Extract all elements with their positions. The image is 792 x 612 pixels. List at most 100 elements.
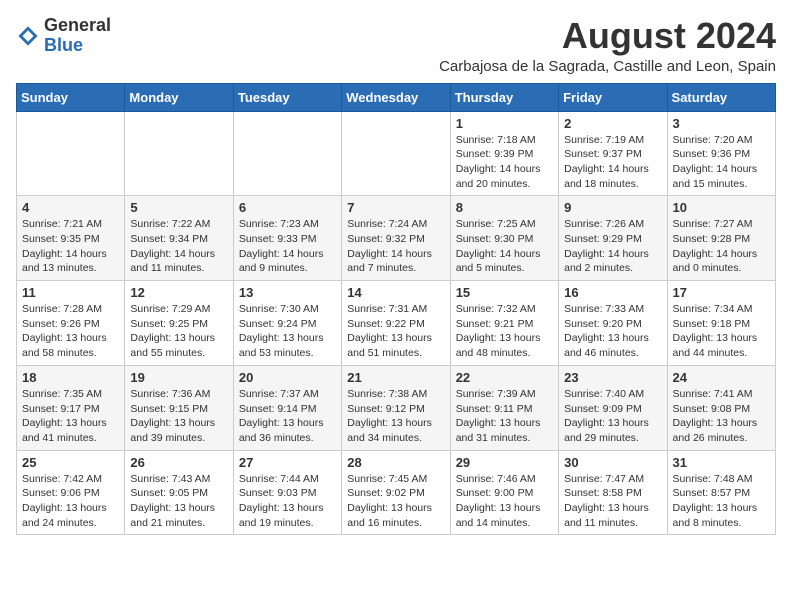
day-number: 21 xyxy=(347,370,444,385)
day-info: Sunrise: 7:26 AM Sunset: 9:29 PM Dayligh… xyxy=(564,217,661,276)
day-number: 17 xyxy=(673,285,770,300)
calendar-day-cell: 29 Sunrise: 7:46 AM Sunset: 9:00 PM Dayli… xyxy=(450,450,558,535)
day-number: 1 xyxy=(456,116,553,131)
day-number: 15 xyxy=(456,285,553,300)
calendar-day-cell xyxy=(342,111,450,196)
day-info: Sunrise: 7:28 AM Sunset: 9:26 PM Dayligh… xyxy=(22,302,119,361)
day-number: 3 xyxy=(673,116,770,131)
calendar-day-cell: 27 Sunrise: 7:44 AM Sunset: 9:03 PM Dayli… xyxy=(233,450,341,535)
day-info: Sunrise: 7:32 AM Sunset: 9:21 PM Dayligh… xyxy=(456,302,553,361)
calendar-day-cell: 28 Sunrise: 7:45 AM Sunset: 9:02 PM Dayli… xyxy=(342,450,450,535)
calendar-day-cell: 11Sunrise: 7:28 AM Sunset: 9:26 PM Dayli… xyxy=(17,281,125,366)
day-info: Sunrise: 7:38 AM Sunset: 9:12 PM Dayligh… xyxy=(347,387,444,446)
day-info: Sunrise: 7:41 AM Sunset: 9:08 PM Dayligh… xyxy=(673,387,770,446)
location-subtitle: Carbajosa de la Sagrada, Castille and Le… xyxy=(439,58,776,75)
calendar-day-cell xyxy=(233,111,341,196)
calendar-day-cell: 23Sunrise: 7:40 AM Sunset: 9:09 PM Dayli… xyxy=(559,365,667,450)
calendar-day-cell: 31Sunrise: 7:48 AM Sunset: 8:57 PM Dayli… xyxy=(667,450,775,535)
calendar-week-row: 18 Sunrise: 7:35 AM Sunset: 9:17 PM Dayli… xyxy=(17,365,776,450)
page-header: General Blue August 2024 Carbajosa de la… xyxy=(16,16,776,75)
day-info: Sunrise: 7:44 AM Sunset: 9:03 PM Dayligh… xyxy=(239,472,336,531)
calendar-header: SundayMondayTuesdayWednesdayThursdayFrid… xyxy=(17,83,776,111)
calendar-day-cell: 21 Sunrise: 7:38 AM Sunset: 9:12 PM Dayli… xyxy=(342,365,450,450)
day-number: 9 xyxy=(564,200,661,215)
day-number: 10 xyxy=(673,200,770,215)
day-info: Sunrise: 7:45 AM Sunset: 9:02 PM Dayligh… xyxy=(347,472,444,531)
day-number: 24 xyxy=(673,370,770,385)
calendar-day-cell: 24 Sunrise: 7:41 AM Sunset: 9:08 PM Dayli… xyxy=(667,365,775,450)
calendar-day-cell: 18 Sunrise: 7:35 AM Sunset: 9:17 PM Dayli… xyxy=(17,365,125,450)
day-of-week-header: Wednesday xyxy=(342,83,450,111)
day-info: Sunrise: 7:20 AM Sunset: 9:36 PM Dayligh… xyxy=(673,133,770,192)
day-of-week-header: Sunday xyxy=(17,83,125,111)
logo-blue: Blue xyxy=(44,36,111,56)
calendar-day-cell: 26Sunrise: 7:43 AM Sunset: 9:05 PM Dayli… xyxy=(125,450,233,535)
calendar-day-cell: 12Sunrise: 7:29 AM Sunset: 9:25 PM Dayli… xyxy=(125,281,233,366)
calendar-day-cell: 15 Sunrise: 7:32 AM Sunset: 9:21 PM Dayli… xyxy=(450,281,558,366)
calendar-day-cell: 20 Sunrise: 7:37 AM Sunset: 9:14 PM Dayli… xyxy=(233,365,341,450)
calendar-body: 1 Sunrise: 7:18 AM Sunset: 9:39 PM Daylig… xyxy=(17,111,776,535)
day-number: 22 xyxy=(456,370,553,385)
day-number: 26 xyxy=(130,455,227,470)
day-number: 8 xyxy=(456,200,553,215)
logo-text: General Blue xyxy=(44,16,111,56)
day-number: 28 xyxy=(347,455,444,470)
day-info: Sunrise: 7:29 AM Sunset: 9:25 PM Dayligh… xyxy=(130,302,227,361)
title-block: August 2024 Carbajosa de la Sagrada, Cas… xyxy=(439,16,776,75)
day-of-week-header: Friday xyxy=(559,83,667,111)
day-number: 2 xyxy=(564,116,661,131)
day-number: 25 xyxy=(22,455,119,470)
calendar-day-cell: 3 Sunrise: 7:20 AM Sunset: 9:36 PM Daylig… xyxy=(667,111,775,196)
calendar-day-cell: 25 Sunrise: 7:42 AM Sunset: 9:06 PM Dayli… xyxy=(17,450,125,535)
day-of-week-header: Monday xyxy=(125,83,233,111)
calendar-week-row: 11Sunrise: 7:28 AM Sunset: 9:26 PM Dayli… xyxy=(17,281,776,366)
day-info: Sunrise: 7:23 AM Sunset: 9:33 PM Dayligh… xyxy=(239,217,336,276)
day-info: Sunrise: 7:46 AM Sunset: 9:00 PM Dayligh… xyxy=(456,472,553,531)
day-number: 29 xyxy=(456,455,553,470)
logo-general: General xyxy=(44,16,111,36)
day-number: 20 xyxy=(239,370,336,385)
day-info: Sunrise: 7:19 AM Sunset: 9:37 PM Dayligh… xyxy=(564,133,661,192)
day-info: Sunrise: 7:25 AM Sunset: 9:30 PM Dayligh… xyxy=(456,217,553,276)
day-number: 18 xyxy=(22,370,119,385)
day-number: 19 xyxy=(130,370,227,385)
day-info: Sunrise: 7:36 AM Sunset: 9:15 PM Dayligh… xyxy=(130,387,227,446)
day-info: Sunrise: 7:24 AM Sunset: 9:32 PM Dayligh… xyxy=(347,217,444,276)
logo: General Blue xyxy=(16,16,111,56)
day-info: Sunrise: 7:40 AM Sunset: 9:09 PM Dayligh… xyxy=(564,387,661,446)
calendar-day-cell: 2 Sunrise: 7:19 AM Sunset: 9:37 PM Daylig… xyxy=(559,111,667,196)
day-of-week-header: Thursday xyxy=(450,83,558,111)
month-year-title: August 2024 xyxy=(439,16,776,56)
calendar-day-cell: 17 Sunrise: 7:34 AM Sunset: 9:18 PM Dayli… xyxy=(667,281,775,366)
calendar-day-cell: 10 Sunrise: 7:27 AM Sunset: 9:28 PM Dayli… xyxy=(667,196,775,281)
day-info: Sunrise: 7:18 AM Sunset: 9:39 PM Dayligh… xyxy=(456,133,553,192)
day-info: Sunrise: 7:34 AM Sunset: 9:18 PM Dayligh… xyxy=(673,302,770,361)
calendar-day-cell xyxy=(17,111,125,196)
calendar-day-cell: 16Sunrise: 7:33 AM Sunset: 9:20 PM Dayli… xyxy=(559,281,667,366)
day-info: Sunrise: 7:35 AM Sunset: 9:17 PM Dayligh… xyxy=(22,387,119,446)
day-number: 14 xyxy=(347,285,444,300)
calendar-day-cell: 9 Sunrise: 7:26 AM Sunset: 9:29 PM Daylig… xyxy=(559,196,667,281)
calendar-day-cell: 6Sunrise: 7:23 AM Sunset: 9:33 PM Daylig… xyxy=(233,196,341,281)
day-info: Sunrise: 7:37 AM Sunset: 9:14 PM Dayligh… xyxy=(239,387,336,446)
day-of-week-header: Saturday xyxy=(667,83,775,111)
calendar-day-cell: 13Sunrise: 7:30 AM Sunset: 9:24 PM Dayli… xyxy=(233,281,341,366)
calendar-day-cell: 5Sunrise: 7:22 AM Sunset: 9:34 PM Daylig… xyxy=(125,196,233,281)
calendar-day-cell: 14Sunrise: 7:31 AM Sunset: 9:22 PM Dayli… xyxy=(342,281,450,366)
calendar-week-row: 1 Sunrise: 7:18 AM Sunset: 9:39 PM Daylig… xyxy=(17,111,776,196)
calendar-day-cell: 22 Sunrise: 7:39 AM Sunset: 9:11 PM Dayli… xyxy=(450,365,558,450)
day-number: 7 xyxy=(347,200,444,215)
calendar-week-row: 4Sunrise: 7:21 AM Sunset: 9:35 PM Daylig… xyxy=(17,196,776,281)
day-number: 30 xyxy=(564,455,661,470)
calendar-day-cell: 4Sunrise: 7:21 AM Sunset: 9:35 PM Daylig… xyxy=(17,196,125,281)
calendar-day-cell: 7 Sunrise: 7:24 AM Sunset: 9:32 PM Daylig… xyxy=(342,196,450,281)
day-number: 31 xyxy=(673,455,770,470)
day-number: 27 xyxy=(239,455,336,470)
day-info: Sunrise: 7:39 AM Sunset: 9:11 PM Dayligh… xyxy=(456,387,553,446)
calendar-day-cell: 30Sunrise: 7:47 AM Sunset: 8:58 PM Dayli… xyxy=(559,450,667,535)
day-info: Sunrise: 7:27 AM Sunset: 9:28 PM Dayligh… xyxy=(673,217,770,276)
calendar-day-cell: 8 Sunrise: 7:25 AM Sunset: 9:30 PM Daylig… xyxy=(450,196,558,281)
day-info: Sunrise: 7:33 AM Sunset: 9:20 PM Dayligh… xyxy=(564,302,661,361)
logo-icon xyxy=(16,24,40,48)
day-info: Sunrise: 7:42 AM Sunset: 9:06 PM Dayligh… xyxy=(22,472,119,531)
